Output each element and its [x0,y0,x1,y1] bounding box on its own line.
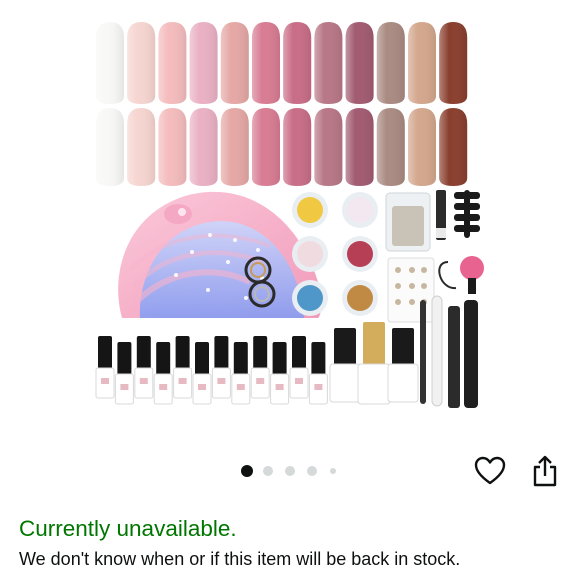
nail-swatch-shine [345,108,374,186]
availability-message: We don't know when or if this item will … [19,549,461,569]
nail-swatch-shine [408,108,436,186]
bottle-label [275,384,284,390]
carousel-dot-1[interactable] [241,465,253,477]
bottle-cap [195,342,209,376]
nail-swatch-shine [439,108,468,186]
bottle-cap [136,336,151,370]
nail-swatch-shine [220,22,249,104]
bottle-label [256,378,265,384]
bottle-label [236,384,245,390]
nail-swatch-shine [127,22,156,104]
nail-swatch-shine [96,108,124,186]
nail-swatch-shine [283,22,312,104]
carousel-dot-2[interactable] [263,466,273,476]
nail-swatch-shine [314,108,343,186]
nail-swatch-shine [127,108,156,186]
glitter-jars [292,192,378,316]
share-icon[interactable] [532,455,558,487]
bottle-cap [175,336,190,370]
bottle-label [101,378,109,384]
nail-swatch-shine [283,108,312,186]
nail-swatch-shine [408,22,436,104]
carousel-dot-5[interactable] [330,468,336,474]
nail-swatch-shine [96,22,124,104]
bottle-cap [117,342,132,376]
nail-swatch-shine [220,108,249,186]
bottle-label [217,378,226,384]
nail-swatch-shine [314,22,343,104]
bottle-cap [98,336,112,370]
polish-bottles [95,336,328,405]
nail-swatch-shine [189,22,218,104]
nail-swatch-shine [345,22,374,104]
carousel-dot-4[interactable] [307,466,317,476]
bottle-label [120,384,129,390]
heart-icon[interactable] [474,456,506,486]
bottle-label [159,384,168,390]
bottle-cap [272,342,287,376]
nail-swatch-shine [158,22,187,104]
bottle-cap [233,342,248,376]
bottle-cap [253,336,268,370]
nail-swatch-shine [189,108,218,186]
nail-swatches [96,22,468,186]
nail-swatch-shine [252,108,280,186]
bottle-label [139,378,148,384]
bottle-cap [156,342,171,376]
bottle-label [295,378,303,384]
bottle-label [178,378,187,384]
bottle-label [314,384,323,390]
bottle-cap [311,342,326,376]
nail-swatch-shine [376,22,405,104]
availability-status: Currently unavailable. [19,516,237,541]
bottle-cap [214,336,229,370]
bottle-cap [292,336,306,370]
carousel-dot-3[interactable] [285,466,295,476]
product-image[interactable] [0,0,580,440]
nail-swatch-shine [439,22,468,104]
nail-swatch-shine [158,108,187,186]
bottle-label [198,384,206,390]
nail-swatch-shine [376,108,405,186]
nail-swatch-shine [252,22,280,104]
uv-lamp [118,191,322,318]
